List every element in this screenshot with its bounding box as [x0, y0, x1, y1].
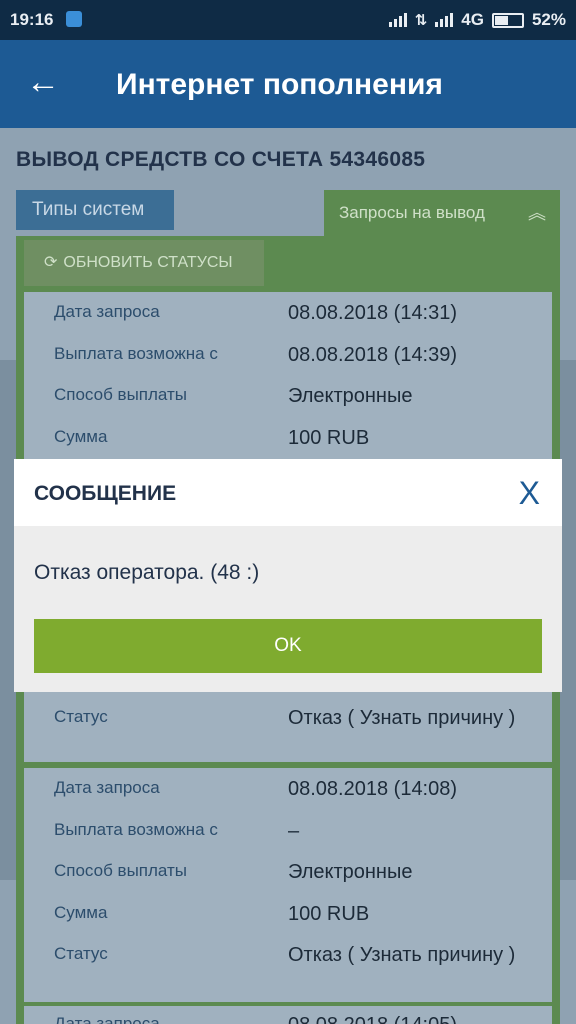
- label-method: Способ выплаты: [54, 385, 188, 404]
- value-method: Электронные: [288, 861, 413, 883]
- label-method: Способ выплаты: [54, 861, 188, 880]
- ok-button[interactable]: OK: [34, 619, 542, 673]
- label-payout: Выплата возможна с: [54, 820, 218, 839]
- label-amount: Сумма: [54, 427, 108, 446]
- types-button[interactable]: Типы систем: [16, 190, 174, 230]
- page-title: ВЫВОД СРЕДСТВ СО СЧЕТА 54346085: [16, 148, 426, 171]
- dialog-message: Отказ оператора. (48 :): [34, 561, 260, 584]
- data-transfer-icon: ⇅: [414, 12, 428, 29]
- app-title: Интернет пополнения: [116, 68, 443, 101]
- signal-icon: [388, 13, 407, 27]
- network-type: 4G: [461, 10, 484, 29]
- label-date: Дата запроса: [54, 1014, 160, 1024]
- value-method: Электронные: [288, 385, 413, 407]
- dialog-header: СООБЩЕНИЕ X: [14, 459, 562, 526]
- value-status-link[interactable]: Отказ ( Узнать причину ): [288, 705, 544, 731]
- value-payout: 08.08.2018 (14:39): [288, 344, 458, 366]
- label-date: Дата запроса: [54, 778, 160, 797]
- tab-requests-label: Запросы на вывод: [339, 203, 485, 222]
- request-card-3: Дата запроса 08.08.2018 (14:05): [24, 1006, 552, 1024]
- dialog-title: СООБЩЕНИЕ: [34, 482, 177, 505]
- value-date: 08.08.2018 (14:05): [288, 1012, 544, 1024]
- status-right: ⇅ 4G 52%: [388, 10, 566, 30]
- value-date: 08.08.2018 (14:31): [288, 302, 458, 324]
- chevron-up-icon: ︽: [528, 203, 546, 223]
- value-date: 08.08.2018 (14:08): [288, 778, 458, 800]
- status-bar: 19:16 ⇅ 4G 52%: [0, 0, 576, 40]
- request-card-2: Дата запроса 08.08.2018 (14:08) Выплата …: [24, 768, 552, 1002]
- close-icon[interactable]: X: [519, 475, 540, 512]
- label-status: Статус: [54, 944, 108, 963]
- status-time: 19:16: [10, 10, 54, 29]
- value-amount: 100 RUB: [288, 427, 370, 449]
- signal-icon-2: [435, 13, 454, 27]
- message-dialog: СООБЩЕНИЕ X Отказ оператора. (48 :) OK: [14, 459, 562, 692]
- value-amount: 100 RUB: [288, 903, 370, 925]
- tab-requests[interactable]: Запросы на вывод ︽: [324, 190, 560, 236]
- label-amount: Сумма: [54, 903, 108, 922]
- value-status-link[interactable]: Отказ ( Узнать причину ): [288, 942, 544, 968]
- label-status: Статус: [54, 707, 108, 726]
- label-payout: Выплата возможна с: [54, 344, 218, 363]
- refresh-icon: ⟳: [44, 254, 58, 271]
- refresh-statuses-button[interactable]: ⟳ ОБНОВИТЬ СТАТУСЫ: [24, 240, 264, 286]
- battery-icon: [491, 12, 524, 28]
- value-payout: –: [288, 820, 300, 842]
- battery-percent: 52%: [531, 10, 566, 29]
- app-bar: ← Интернет пополнения: [0, 40, 576, 128]
- refresh-label: ОБНОВИТЬ СТАТУСЫ: [63, 254, 233, 271]
- label-date: Дата запроса: [54, 302, 160, 321]
- app-notification-icon: [66, 11, 82, 27]
- back-arrow-icon[interactable]: ←: [26, 62, 60, 102]
